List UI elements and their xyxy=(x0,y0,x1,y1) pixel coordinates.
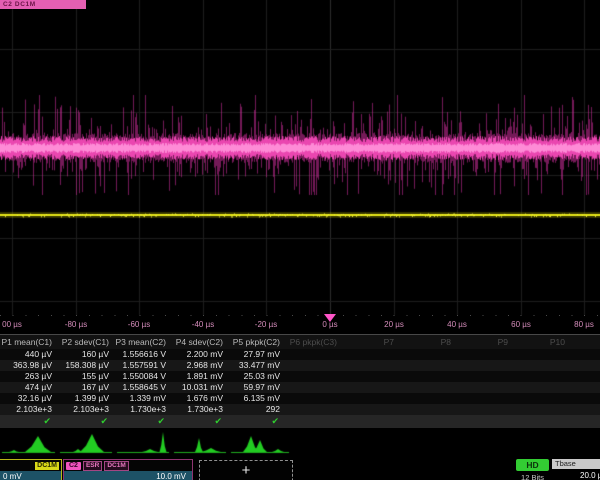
time-axis-label: -40 µs xyxy=(192,320,214,329)
time-axis-label: 40 µs xyxy=(447,320,467,329)
time-axis-label: 20 µs xyxy=(384,320,404,329)
status-check-icon: ✔ xyxy=(57,415,114,428)
measurement-value: 2.103e+3 xyxy=(57,404,114,415)
oscilloscope-screen: C2 DC1M 00 µs-80 µs-60 µs-40 µs-20 µs0 µ… xyxy=(0,0,600,480)
measurement-value: 6.135 mV xyxy=(228,393,285,404)
status-check-icon: ✔ xyxy=(114,415,171,428)
measurement-value: 1.676 mV xyxy=(171,393,228,404)
time-axis-label: -60 µs xyxy=(128,320,150,329)
param-header-p10[interactable]: P10 xyxy=(513,335,570,349)
param-header-p1[interactable]: P1 mean(C1) xyxy=(0,335,57,349)
time-axis-label: -20 µs xyxy=(255,320,277,329)
param-header-p11[interactable]: P11 xyxy=(570,335,600,349)
time-axis: 00 µs-80 µs-60 µs-40 µs-20 µs0 µs20 µs40… xyxy=(0,0,600,334)
trigger-position-marker[interactable] xyxy=(324,314,336,322)
param-header-p5[interactable]: P5 pkpk(C2) xyxy=(228,335,285,349)
measure-table-row: 263 µV155 µV1.550084 V1.891 mV25.03 mV xyxy=(0,371,600,382)
measurement-value: 25.03 mV xyxy=(228,371,285,382)
param-header-p8[interactable]: P8 xyxy=(399,335,456,349)
measurement-value: 59.97 mV xyxy=(228,382,285,393)
measurement-value: 1.891 mV xyxy=(171,371,228,382)
c1-scale-value: 0 mV xyxy=(0,471,61,480)
c2-coupling-badge: DC1M xyxy=(104,461,128,471)
param-header-p2[interactable]: P2 sdev(C1) xyxy=(57,335,114,349)
bottom-bar: DC1M 0 mV C2 ESR DC1M 10.0 mV + HD 12 Bi… xyxy=(0,458,600,480)
measurement-value: 1.550084 V xyxy=(114,371,171,382)
measurement-value: 474 µV xyxy=(0,382,57,393)
time-axis-label: 00 µs xyxy=(2,320,22,329)
measurement-value: 1.730e+3 xyxy=(171,404,228,415)
measurement-value: 2.968 mV xyxy=(171,360,228,371)
measurement-value: 158.308 µV xyxy=(57,360,114,371)
measurement-value: 33.477 mV xyxy=(228,360,285,371)
add-trace-button[interactable]: + xyxy=(199,460,293,480)
param-header-p3[interactable]: P3 mean(C2) xyxy=(114,335,171,349)
param-header-p4[interactable]: P4 sdev(C2) xyxy=(171,335,228,349)
time-axis-label: -80 µs xyxy=(65,320,87,329)
measurement-value: 155 µV xyxy=(57,371,114,382)
c2-channel-badge: C2 xyxy=(66,462,81,470)
measurement-value: 1.557591 V xyxy=(114,360,171,371)
measure-table: P1 mean(C1)P2 sdev(C1)P3 mean(C2)P4 sdev… xyxy=(0,334,600,428)
histicon-strip[interactable] xyxy=(0,427,600,458)
measurement-value: 167 µV xyxy=(57,382,114,393)
measure-table-row: 440 µV160 µV1.556616 V2.200 mV27.97 mV xyxy=(0,349,600,360)
timebase-value: 20.0 µs xyxy=(580,471,600,480)
time-axis-label: 60 µs xyxy=(511,320,531,329)
timebase-title: Tbase xyxy=(552,459,600,469)
c1-coupling-badge: DC1M xyxy=(35,462,59,470)
status-check-icon: ✔ xyxy=(171,415,228,428)
measure-table-row: 474 µV167 µV1.558645 V10.031 mV59.97 mV xyxy=(0,382,600,393)
measurement-value: 263 µV xyxy=(0,371,57,382)
param-header-p6[interactable]: P6 pkpk(C3) xyxy=(285,335,342,349)
measure-status-row: ✔✔✔✔✔ xyxy=(0,415,600,428)
measurement-value: 2.103e+3 xyxy=(0,404,57,415)
measurement-value: 1.556616 V xyxy=(114,349,171,360)
measurement-value: 160 µV xyxy=(57,349,114,360)
hd-bits-label: 12 Bits xyxy=(516,473,549,480)
timebase-descriptor[interactable]: Tbase 20.0 µs xyxy=(552,459,600,480)
time-axis-ticks xyxy=(0,315,600,316)
measurement-value: 32.16 µV xyxy=(0,393,57,404)
measure-table-row: 363.98 µV158.308 µV1.557591 V2.968 mV33.… xyxy=(0,360,600,371)
measurement-value: 1.730e+3 xyxy=(114,404,171,415)
measurement-value: 2.200 mV xyxy=(171,349,228,360)
time-axis-label: 80 µs xyxy=(574,320,594,329)
trace-label-badge[interactable]: C2 DC1M xyxy=(0,0,86,9)
status-check-icon: ✔ xyxy=(0,415,57,428)
hd-mode-badge[interactable]: HD xyxy=(516,459,549,471)
measure-table-row: 2.103e+32.103e+31.730e+31.730e+3292 xyxy=(0,404,600,415)
measurement-value: 440 µV xyxy=(0,349,57,360)
measurement-value: 10.031 mV xyxy=(171,382,228,393)
param-header-p7[interactable]: P7 xyxy=(342,335,399,349)
c2-esr-badge: ESR xyxy=(83,461,102,471)
measure-table-row: 32.16 µV1.399 µV1.339 mV1.676 mV6.135 mV xyxy=(0,393,600,404)
measurement-value: 1.399 µV xyxy=(57,393,114,404)
status-check-icon: ✔ xyxy=(228,415,285,428)
c2-scale-value: 10.0 mV xyxy=(64,471,192,480)
measurement-value: 292 xyxy=(228,404,285,415)
channel-descriptor-c1[interactable]: DC1M 0 mV xyxy=(0,459,62,480)
measurement-value: 27.97 mV xyxy=(228,349,285,360)
measurement-value: 363.98 µV xyxy=(0,360,57,371)
channel-descriptor-c2[interactable]: C2 ESR DC1M 10.0 mV xyxy=(63,459,193,480)
measurement-value: 1.339 mV xyxy=(114,393,171,404)
measurement-value: 1.558645 V xyxy=(114,382,171,393)
param-header-p9[interactable]: P9 xyxy=(456,335,513,349)
